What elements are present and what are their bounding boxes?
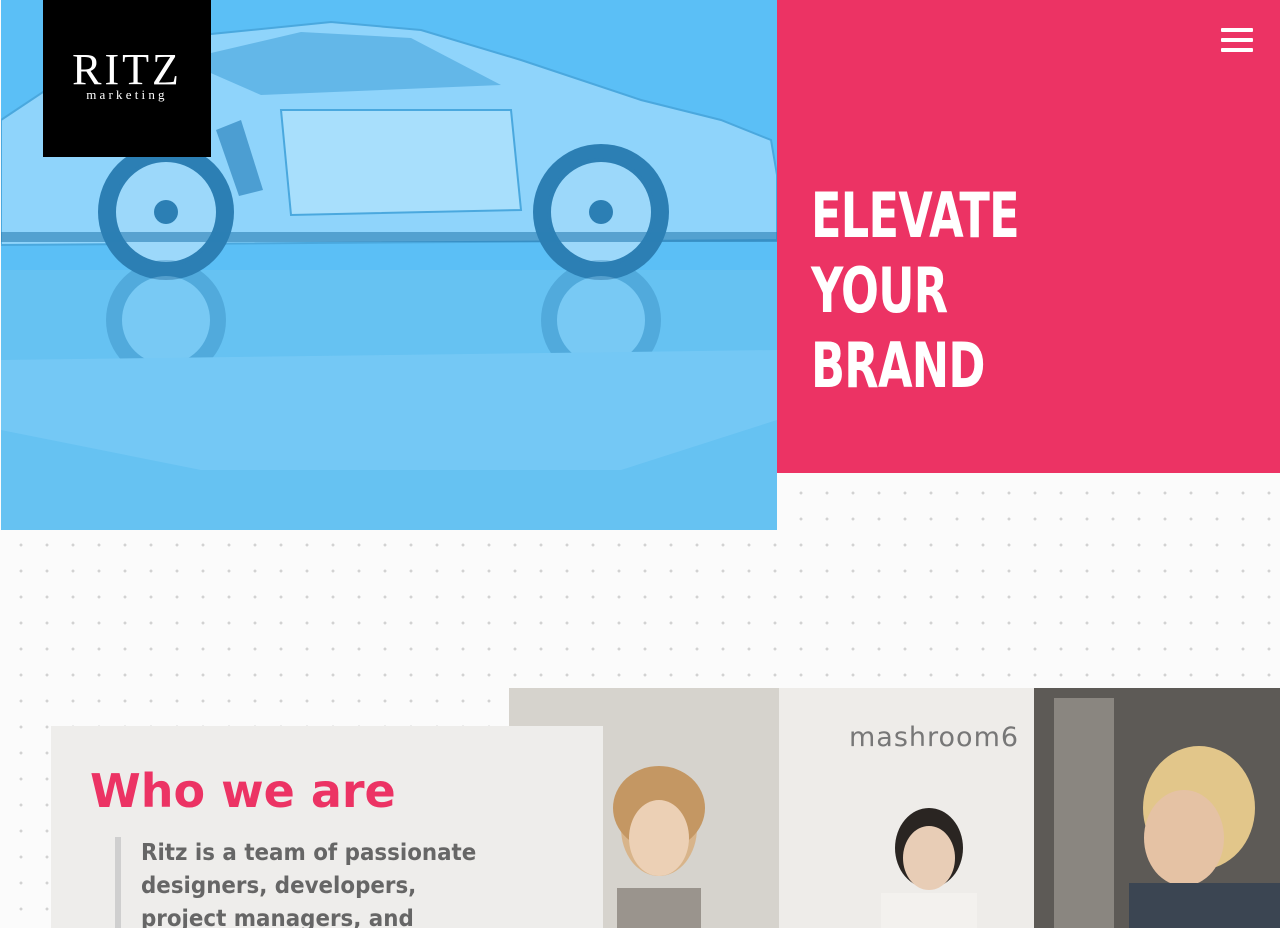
mashroom-sign-text: mashroom6: [849, 722, 1020, 753]
who-we-are-text: Ritz is a team of passionate designers, …: [141, 840, 477, 928]
page: RITZ marketing ELEVATE YOUR BRAND mashro…: [0, 0, 1280, 928]
who-we-are-title: Who we are: [90, 764, 396, 818]
hero-heading: ELEVATE YOUR BRAND: [811, 178, 1020, 403]
hero-heading-line: ELEVATE: [811, 179, 1020, 252]
logo-title: RITZ: [72, 45, 182, 94]
who-we-are-card: Who we are Ritz is a team of passionate …: [51, 726, 603, 928]
team-photo: mashroom6: [509, 688, 1280, 928]
hero-panel: ELEVATE YOUR BRAND: [777, 0, 1280, 473]
hamburger-menu-icon[interactable]: [1221, 28, 1253, 54]
hero-heading-line: YOUR: [811, 254, 948, 327]
hero-heading-line: BRAND: [811, 329, 985, 402]
logo-subtitle: marketing: [86, 87, 168, 102]
site-logo[interactable]: RITZ marketing: [43, 0, 211, 157]
who-we-are-quote: Ritz is a team of passionate designers, …: [115, 837, 515, 928]
